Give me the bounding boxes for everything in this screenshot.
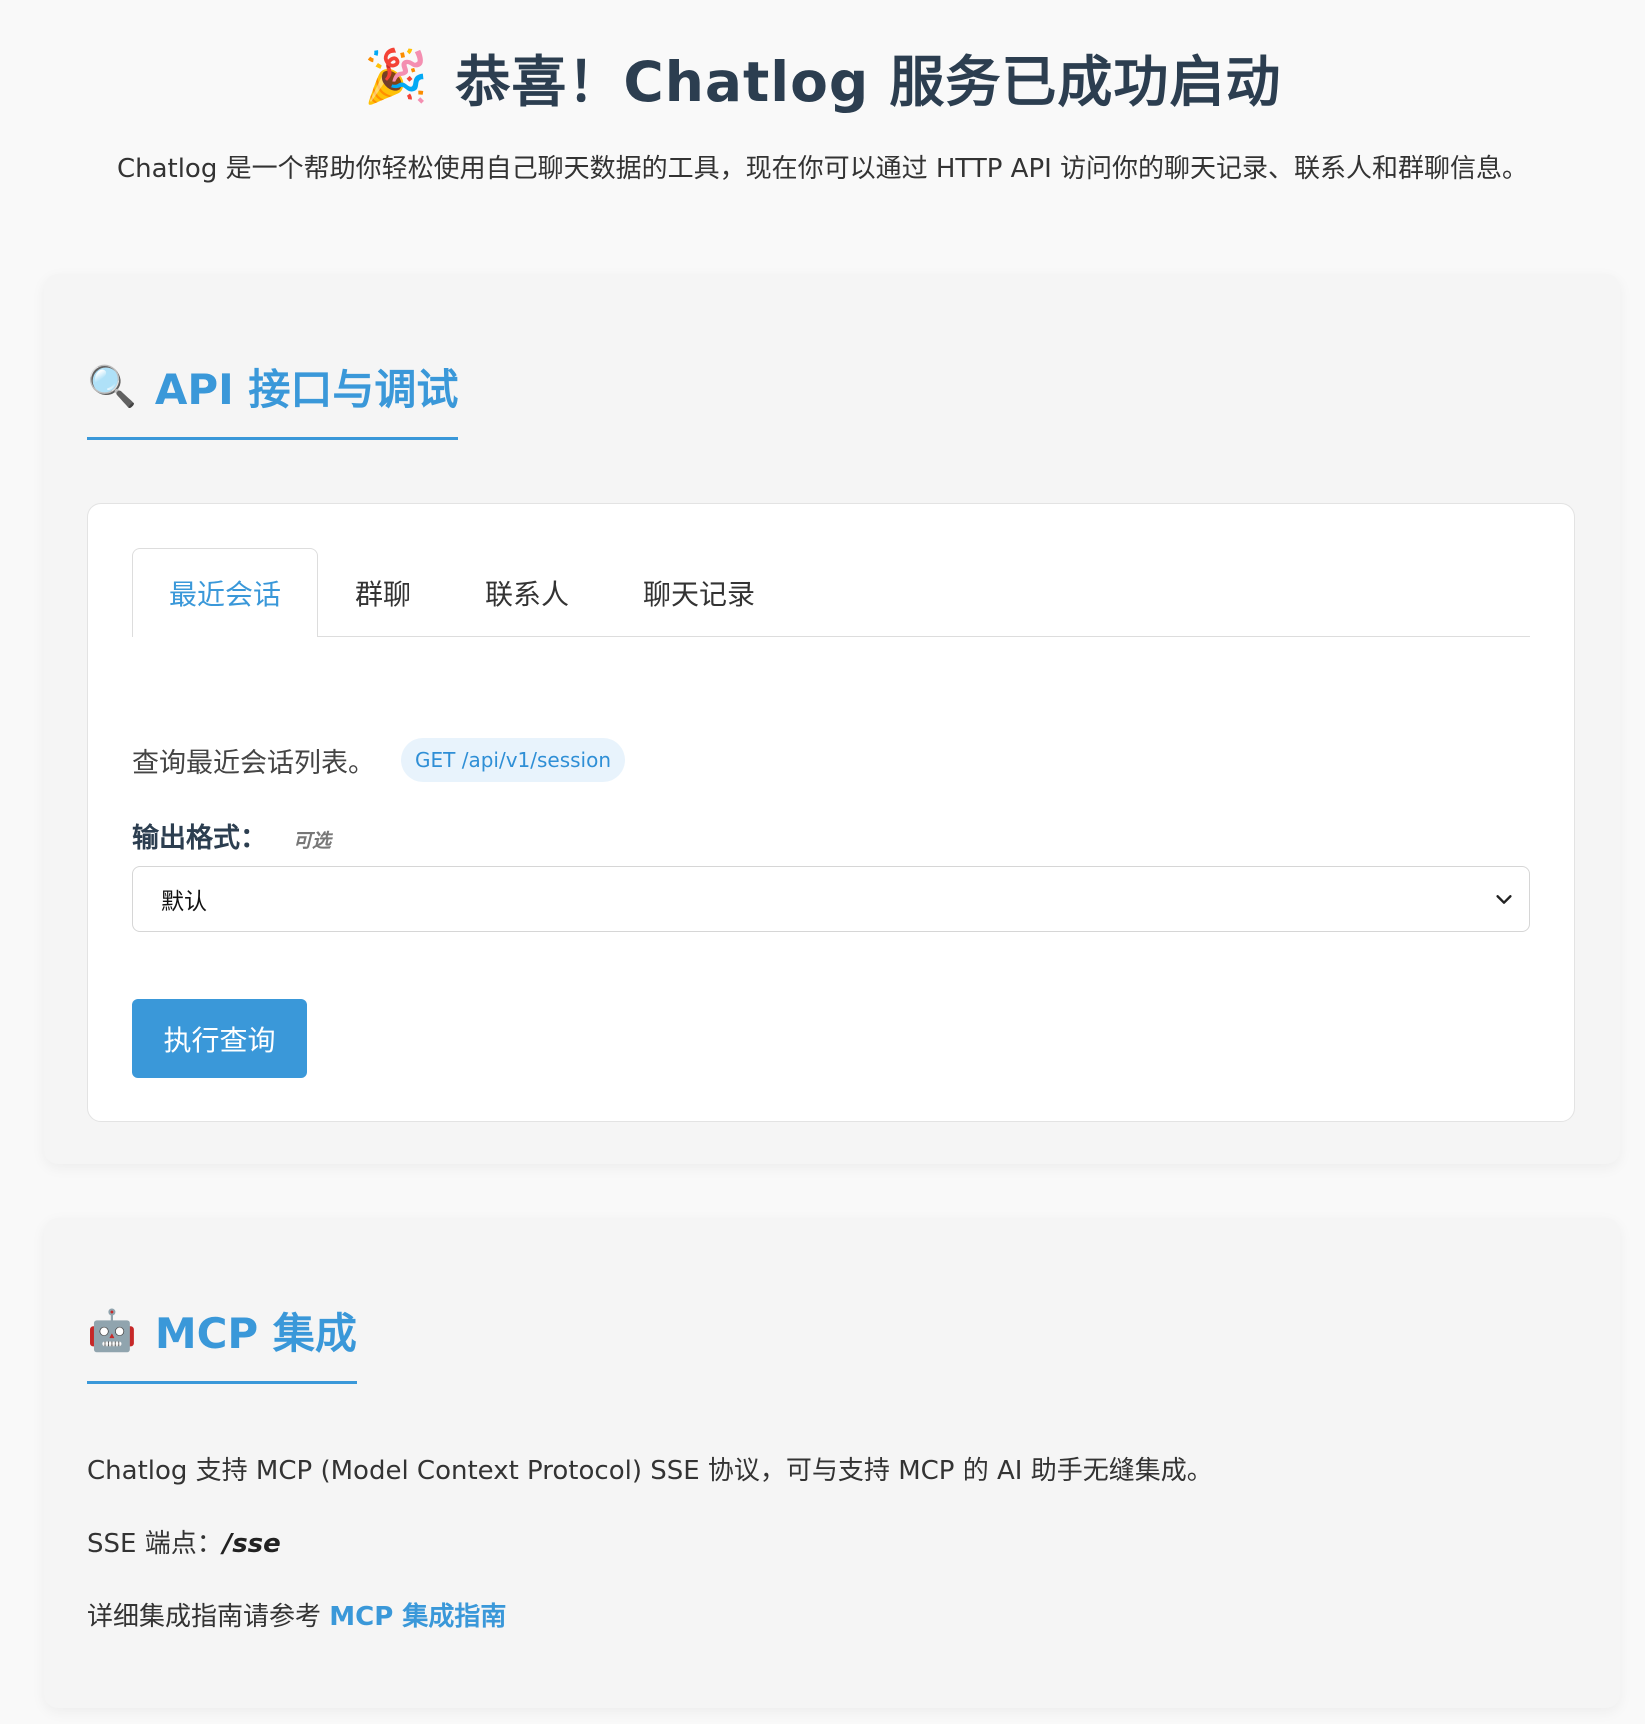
api-debug-card: 最近会话 群聊 联系人 聊天记录 查询最近会话列表。 GET /api/v1/s…: [87, 503, 1575, 1122]
api-section-title: API 接口与调试: [154, 365, 459, 414]
tab-contacts[interactable]: 联系人: [448, 548, 606, 636]
optional-hint: 可选: [293, 830, 332, 852]
page-title-text: 恭喜！Chatlog 服务已成功启动: [455, 50, 1282, 114]
endpoint-badge: GET /api/v1/session: [401, 738, 626, 782]
mcp-section-title: MCP 集成: [154, 1309, 357, 1358]
api-section-heading: 🔍 API 接口与调试: [87, 356, 459, 440]
tab-group-chats[interactable]: 群聊: [318, 548, 448, 636]
page: 🎉 恭喜！Chatlog 服务已成功启动 Chatlog 是一个帮助你轻松使用自…: [0, 0, 1645, 1724]
format-select-value: 默认: [161, 889, 207, 915]
page-description: Chatlog 是一个帮助你轻松使用自己聊天数据的工具，现在你可以通过 HTTP…: [116, 154, 1529, 184]
format-label: 输出格式：: [132, 823, 267, 854]
mcp-intro: Chatlog 支持 MCP (Model Context Protocol) …: [87, 1456, 1213, 1486]
mcp-section-heading: 🤖 MCP 集成: [87, 1300, 357, 1384]
sse-endpoint-line: SSE 端点：/sse: [87, 1523, 281, 1560]
mcp-guide-link[interactable]: MCP 集成指南: [329, 1602, 506, 1632]
robot-icon: 🤖: [87, 1307, 137, 1354]
magnifier-icon: 🔍: [87, 363, 137, 410]
tab-chat-history[interactable]: 聊天记录: [606, 548, 792, 636]
sse-endpoint-label: SSE 端点：: [87, 1529, 223, 1559]
api-tabs: 最近会话 群聊 联系人 聊天记录: [132, 548, 1530, 637]
chevron-down-icon: [1496, 895, 1512, 904]
mcp-section: 🤖 MCP 集成 Chatlog 支持 MCP (Model Context P…: [44, 1218, 1620, 1708]
format-field-label: 输出格式： 可选: [132, 816, 331, 855]
format-select[interactable]: 默认: [132, 866, 1530, 932]
guide-prefix: 详细集成指南请参考: [87, 1602, 330, 1632]
party-popper-icon: 🎉: [363, 47, 430, 107]
sse-endpoint-value: /sse: [222, 1529, 281, 1559]
endpoint-description: 查询最近会话列表。: [132, 747, 375, 779]
api-section: 🔍 API 接口与调试 最近会话 群聊 联系人 聊天记录 查询最近会话列表。 G…: [44, 274, 1620, 1164]
guide-line: 详细集成指南请参考 MCP 集成指南: [87, 1596, 506, 1633]
execute-query-button[interactable]: 执行查询: [132, 999, 307, 1078]
tab-recent-sessions[interactable]: 最近会话: [132, 548, 319, 637]
page-title: 🎉 恭喜！Chatlog 服务已成功启动: [0, 40, 1645, 114]
endpoint-info: 查询最近会话列表。 GET /api/v1/session: [132, 738, 626, 782]
